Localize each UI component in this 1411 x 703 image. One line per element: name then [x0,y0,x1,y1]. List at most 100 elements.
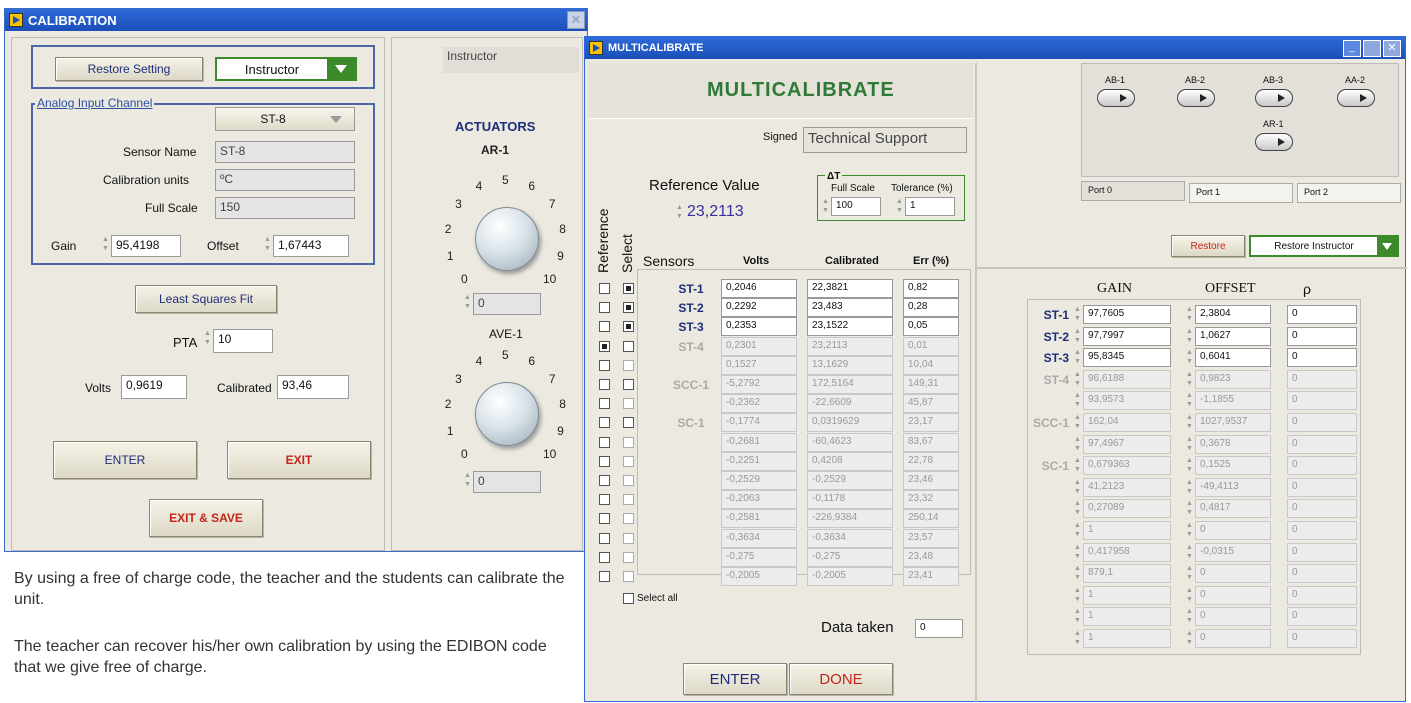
rho-field[interactable]: 0 [1287,499,1357,519]
rho-field[interactable]: 0 [1287,413,1357,432]
reference-checkbox[interactable] [599,359,610,371]
restore-setting-button[interactable]: Restore Setting [55,57,203,81]
gain-field[interactable]: 879,1 [1083,564,1171,584]
offset-spinner-icon[interactable]: ▲ ▼ [1185,370,1194,389]
gain-spinner-icon[interactable]: ▲ ▼ [1073,478,1082,497]
toggle-switch[interactable] [1337,89,1375,107]
gain-field[interactable]: 95,8345 [1083,348,1171,368]
volts-field[interactable]: -0,2063 [721,490,797,510]
volts-field[interactable]: 0,9619 [121,375,187,399]
gain-spinner-icon[interactable]: ▲ ▼ [1073,305,1082,324]
calibrated-field[interactable]: -226,9384 [807,509,893,529]
reference-checkbox[interactable] [599,513,610,525]
select-checkbox[interactable] [623,398,634,410]
reference-checkbox[interactable] [599,551,610,563]
gain-field[interactable]: 93,9573 [1083,391,1171,411]
restore-button[interactable]: Restore [1171,235,1245,257]
reference-checkbox[interactable] [599,571,610,582]
offset-spinner-icon[interactable]: ▲ ▼ [1185,499,1194,518]
ave1-dial-knob[interactable] [475,382,539,446]
select-checkbox[interactable] [623,417,634,429]
offset-spinner-icon[interactable]: ▲ ▼ [1185,586,1194,605]
calibrated-field[interactable]: 22,3821 [807,279,893,298]
offset-spinner-icon[interactable]: ▲ ▼ [1185,327,1194,346]
exit-save-button[interactable]: EXIT & SAVE [149,499,263,537]
volts-field[interactable]: -0,2251 [721,451,797,471]
maximize-icon[interactable] [1363,40,1381,57]
select-checkbox[interactable] [623,436,634,448]
gain-field[interactable]: 1 [1083,607,1171,627]
gain-field[interactable]: 97,7997 [1083,326,1171,346]
select-checkbox[interactable] [623,359,634,371]
offset-spinner-icon[interactable]: ▲ ▼ [1185,391,1194,410]
rho-field[interactable]: 0 [1287,326,1357,346]
volts-field[interactable]: 0,2046 [721,279,797,298]
gain-spinner-icon[interactable]: ▲ ▼ [1073,413,1082,432]
rho-field[interactable]: 0 [1287,348,1357,368]
calibrated-field[interactable]: -0,275 [807,547,893,567]
gain-spinner-icon[interactable]: ▲ ▼ [1073,586,1082,605]
gain-spinner-icon[interactable]: ▲ ▼ [1073,370,1082,389]
rho-field[interactable]: 0 [1287,542,1357,562]
calibrated-field[interactable]: -0,2529 [807,471,893,490]
rho-field[interactable]: 0 [1287,456,1357,476]
gain-field[interactable]: 0,417958 [1083,542,1171,562]
reference-checkbox[interactable] [599,417,610,429]
rho-field[interactable]: 0 [1287,564,1357,584]
calibrated-field[interactable]: 23,1522 [807,317,893,337]
ar1-dial-knob[interactable] [475,207,539,271]
reference-checkbox[interactable] [599,379,610,390]
reference-checkbox[interactable] [599,398,610,410]
minimize-icon[interactable]: _ [1343,40,1361,57]
calibrated-field[interactable]: -60,4623 [807,432,893,452]
volts-field[interactable]: -0,2529 [721,471,797,490]
rho-field[interactable]: 0 [1287,477,1357,497]
rho-field[interactable]: 0 [1287,607,1357,627]
rho-field[interactable]: 0 [1287,629,1357,648]
offset-spinner-icon[interactable]: ▲ ▼ [1185,348,1194,367]
offset-field[interactable]: 0,3678 [1195,434,1271,454]
volts-field[interactable]: -0,1774 [721,413,797,433]
fullscale-spinner-icon[interactable]: ▲ ▼ [821,197,830,217]
enter-button[interactable]: ENTER [53,441,197,479]
volts-field[interactable]: -0,3634 [721,528,797,548]
select-checkbox[interactable] [623,321,634,333]
reference-checkbox[interactable] [599,494,610,506]
toggle-switch[interactable] [1097,89,1135,107]
reference-checkbox[interactable] [599,455,610,467]
rho-field[interactable]: 0 [1287,521,1357,540]
volts-field[interactable]: -5,2792 [721,375,797,394]
offset-spinner-icon[interactable]: ▲ ▼ [1185,456,1194,475]
gain-field[interactable]: 97,7605 [1083,305,1171,324]
offset-field[interactable]: 1027,9537 [1195,413,1271,432]
close-icon[interactable]: ✕ [1383,40,1401,57]
tolerance-spinner-icon[interactable]: ▲ ▼ [895,197,904,217]
gain-field[interactable]: 41,2123 [1083,477,1171,497]
calibrated-field[interactable]: -0,3634 [807,528,893,548]
rho-field[interactable]: 0 [1287,391,1357,411]
volts-field[interactable]: 0,2301 [721,336,797,356]
offset-field[interactable]: -1,1855 [1195,391,1271,411]
select-checkbox[interactable] [623,455,634,467]
calibrated-field[interactable]: 0,4208 [807,451,893,471]
offset-field[interactable]: 0 [1195,629,1271,648]
toggle-switch[interactable] [1255,133,1293,151]
close-icon[interactable]: ✕ [567,11,585,29]
gain-spinner-icon[interactable]: ▲ ▼ [1073,543,1082,562]
ar1-spinner-icon[interactable]: ▲ ▼ [463,293,472,313]
offset-spinner-icon[interactable]: ▲ ▼ [1185,435,1194,454]
offset-spinner-icon[interactable]: ▲ ▼ [1185,413,1194,432]
rho-field[interactable]: 0 [1287,585,1357,605]
calibrated-field[interactable]: -0,2005 [807,567,893,586]
gain-spinner-icon[interactable]: ▲ ▼ [1073,499,1082,518]
ar1-value-field[interactable]: 0 [473,293,541,315]
offset-spinner-icon[interactable]: ▲ ▼ [1185,478,1194,497]
calibrated-field[interactable]: 172,5164 [807,375,893,394]
gain-spinner-icon[interactable]: ▲ ▼ [1073,348,1082,367]
offset-field[interactable]: 0 [1195,585,1271,605]
gain-field[interactable]: 97,4967 [1083,434,1171,454]
calibrated-field[interactable]: 0,0319629 [807,413,893,433]
port-tab[interactable]: Port 0 [1081,181,1185,201]
offset-field[interactable]: 0,6041 [1195,348,1271,368]
offset-field[interactable]: -0,0315 [1195,542,1271,562]
